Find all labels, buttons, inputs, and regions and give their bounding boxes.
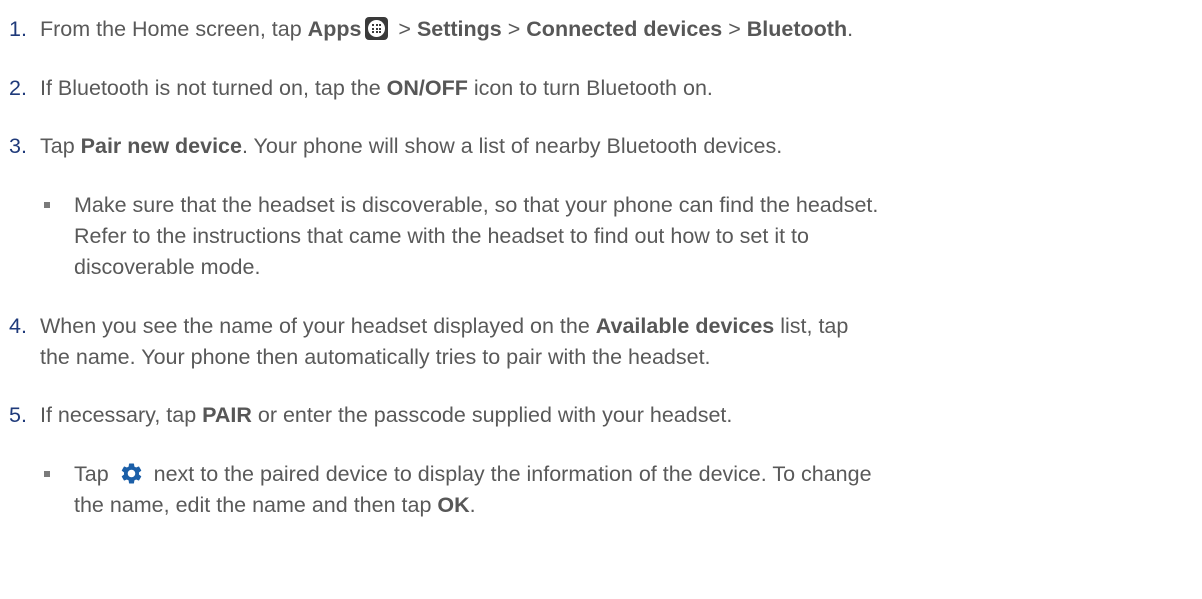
step-text: From the Home screen, tap Apps > Setting…	[40, 17, 854, 41]
step-number: 3.	[9, 134, 27, 158]
apps-label: Apps	[307, 17, 362, 41]
apps-grid-icon	[365, 17, 389, 40]
pair-label: PAIR	[202, 403, 252, 427]
pair-new-device-label: Pair new device	[80, 134, 242, 158]
on-off-label: ON/OFF	[386, 76, 468, 100]
step-number: 5.	[9, 403, 27, 427]
step-text: Tap Pair new device. Your phone will sho…	[40, 134, 783, 158]
note-text: Tap next to the paired device to display…	[74, 462, 872, 517]
connected-devices-label: Connected devices	[526, 17, 723, 41]
note-text: Make sure that the headset is discoverab…	[74, 193, 879, 279]
available-devices-label: Available devices	[595, 314, 775, 338]
ok-label: OK	[437, 493, 470, 517]
step-number: 4.	[9, 314, 27, 338]
bullet-marker	[44, 471, 50, 477]
step-number: 2.	[9, 76, 27, 100]
step-text: If necessary, tap PAIR or enter the pass…	[40, 403, 733, 427]
step-text: When you see the name of your headset di…	[40, 314, 849, 369]
step-text: If Bluetooth is not turned on, tap the O…	[40, 76, 713, 100]
settings-label: Settings	[416, 17, 502, 41]
bullet-marker	[44, 202, 50, 208]
instruction-document: 1. From the Home screen, tap Apps > Sett…	[0, 0, 1202, 599]
gear-icon	[121, 463, 141, 484]
step-number: 1.	[9, 17, 27, 41]
bluetooth-label: Bluetooth	[746, 17, 848, 41]
